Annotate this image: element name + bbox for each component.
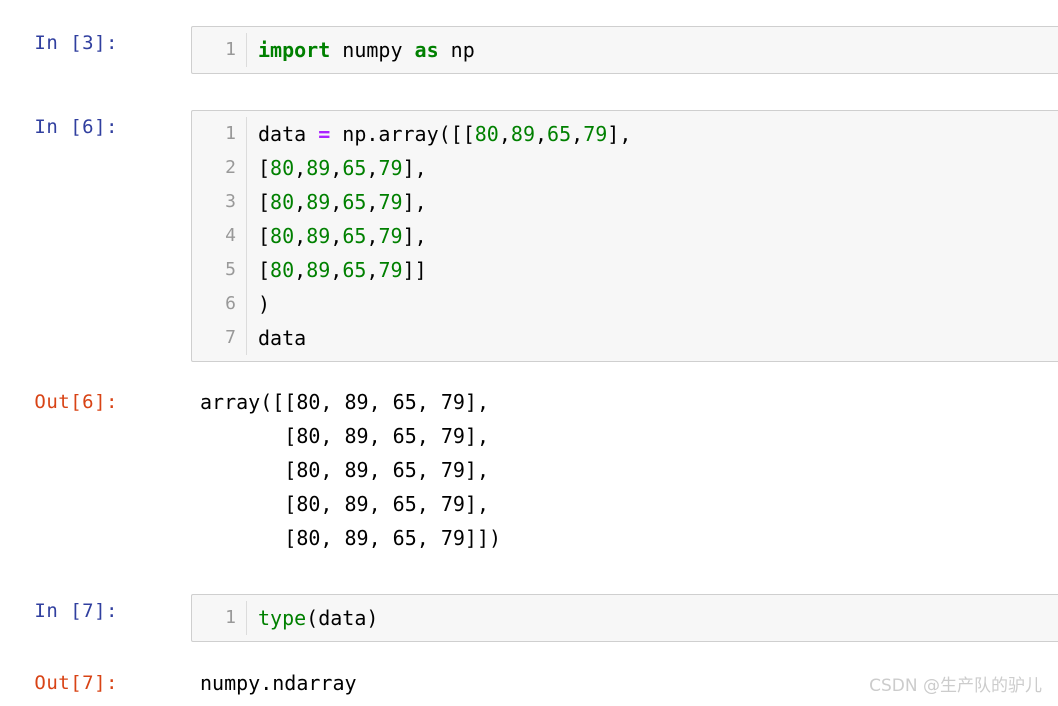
token-number: 65	[342, 258, 367, 282]
notebook-cell-1: In [3]: 1 import numpy as np	[0, 26, 1058, 74]
token-number: 65	[342, 156, 367, 180]
line-number: 1	[225, 123, 236, 144]
token-comma: ,	[294, 224, 307, 248]
token-number: 80	[474, 122, 499, 146]
input-prompt-label[interactable]: In [3]:	[0, 26, 130, 60]
token-bracket-close: ],	[402, 156, 427, 180]
line-number-gutter: 1 2 3 4 5 6 7	[192, 117, 247, 355]
token-module-numpy: numpy	[330, 38, 415, 62]
token-comma: ,	[366, 258, 379, 282]
token-comma: ,	[366, 190, 379, 214]
cell-input-row: In [6]: 1 2 3 4 5 6 7 data = np.array([[…	[0, 110, 1058, 362]
token-number: 80	[270, 156, 295, 180]
line-number: 7	[225, 327, 236, 348]
token-comma: ,	[498, 122, 511, 146]
token-operator-assign: =	[318, 122, 331, 146]
output-prompt-label[interactable]: Out[7]:	[0, 666, 130, 700]
token-number: 80	[270, 190, 295, 214]
token-comma: ,	[571, 122, 584, 146]
code-editor[interactable]: 1 type(data)	[191, 594, 1058, 642]
token-alias-np: np	[438, 38, 475, 62]
token-call-nparray: np.array([[	[330, 122, 475, 146]
token-number: 65	[342, 190, 367, 214]
token-bracket-open: [	[258, 190, 271, 214]
token-comma: ,	[366, 156, 379, 180]
line-number: 5	[225, 259, 236, 280]
cell-input-wrapper: 1 import numpy as np	[191, 26, 1058, 74]
jupyter-notebook: In [3]: 1 import numpy as np In [6]: 1 2…	[0, 0, 1058, 706]
input-prompt-label[interactable]: In [7]:	[0, 594, 130, 628]
token-bracket-close: ],	[402, 224, 427, 248]
token-number: 80	[270, 224, 295, 248]
token-bracket-open: [	[258, 156, 271, 180]
cell-output-row: Out[6]: array([[80, 89, 65, 79], [80, 89…	[0, 385, 1058, 555]
notebook-cell-3: In [7]: 1 type(data)	[0, 594, 1058, 642]
token-number: 79	[583, 122, 608, 146]
token-bracket-close: ],	[402, 190, 427, 214]
token-builtin-type: type	[258, 606, 307, 630]
notebook-cell-2-output: Out[6]: array([[80, 89, 65, 79], [80, 89…	[0, 385, 1058, 555]
token-var-data: data	[258, 122, 319, 146]
token-number: 65	[547, 122, 572, 146]
code-editor[interactable]: 1 import numpy as np	[191, 26, 1058, 74]
token-bracket-tail: ],	[607, 122, 632, 146]
output-prompt-label[interactable]: Out[6]:	[0, 385, 130, 419]
code-text-area[interactable]: import numpy as np	[247, 33, 1058, 67]
line-number: 4	[225, 225, 236, 246]
token-number: 89	[510, 122, 535, 146]
cell-input-row: In [7]: 1 type(data)	[0, 594, 1058, 642]
token-number: 65	[342, 224, 367, 248]
line-number: 6	[225, 293, 236, 314]
line-number: 3	[225, 191, 236, 212]
token-call-args: (data)	[306, 606, 379, 630]
input-prompt-label[interactable]: In [6]:	[0, 110, 130, 144]
token-bracket-open: [	[258, 258, 271, 282]
token-keyword-import: import	[258, 38, 331, 62]
cell-output-wrapper: array([[80, 89, 65, 79], [80, 89, 65, 79…	[200, 385, 1058, 555]
line-number-gutter: 1	[192, 33, 247, 67]
code-editor[interactable]: 1 2 3 4 5 6 7 data = np.array([[80,89,65…	[191, 110, 1058, 362]
token-number: 79	[378, 156, 403, 180]
token-keyword-as: as	[414, 38, 439, 62]
token-number: 79	[378, 258, 403, 282]
token-comma: ,	[366, 224, 379, 248]
code-text-area[interactable]: type(data)	[247, 601, 1058, 635]
token-comma: ,	[330, 156, 343, 180]
line-number: 2	[225, 157, 236, 178]
token-number: 79	[378, 224, 403, 248]
code-text-area[interactable]: data = np.array([[80,89,65,79], [80,89,6…	[247, 117, 1058, 355]
token-bracket-open: [	[258, 224, 271, 248]
token-comma: ,	[330, 258, 343, 282]
token-number: 79	[378, 190, 403, 214]
token-var-data: data	[258, 326, 307, 350]
token-number: 89	[306, 224, 331, 248]
token-comma: ,	[294, 258, 307, 282]
token-comma: ,	[535, 122, 548, 146]
token-paren-close: )	[258, 292, 271, 316]
token-comma: ,	[294, 190, 307, 214]
token-comma: ,	[330, 224, 343, 248]
token-number: 80	[270, 258, 295, 282]
output-text: array([[80, 89, 65, 79], [80, 89, 65, 79…	[200, 390, 502, 550]
notebook-cell-2: In [6]: 1 2 3 4 5 6 7 data = np.array([[…	[0, 110, 1058, 362]
token-number: 89	[306, 190, 331, 214]
cell-input-wrapper: 1 2 3 4 5 6 7 data = np.array([[80,89,65…	[191, 110, 1058, 362]
cell-input-row: In [3]: 1 import numpy as np	[0, 26, 1058, 74]
token-number: 89	[306, 156, 331, 180]
line-number-gutter: 1	[192, 601, 247, 635]
token-bracket-close-last: ]]	[402, 258, 427, 282]
token-comma: ,	[294, 156, 307, 180]
cell-input-wrapper: 1 type(data)	[191, 594, 1058, 642]
token-comma: ,	[330, 190, 343, 214]
csdn-watermark: CSDN @生产队的驴儿	[869, 676, 1042, 696]
token-number: 89	[306, 258, 331, 282]
